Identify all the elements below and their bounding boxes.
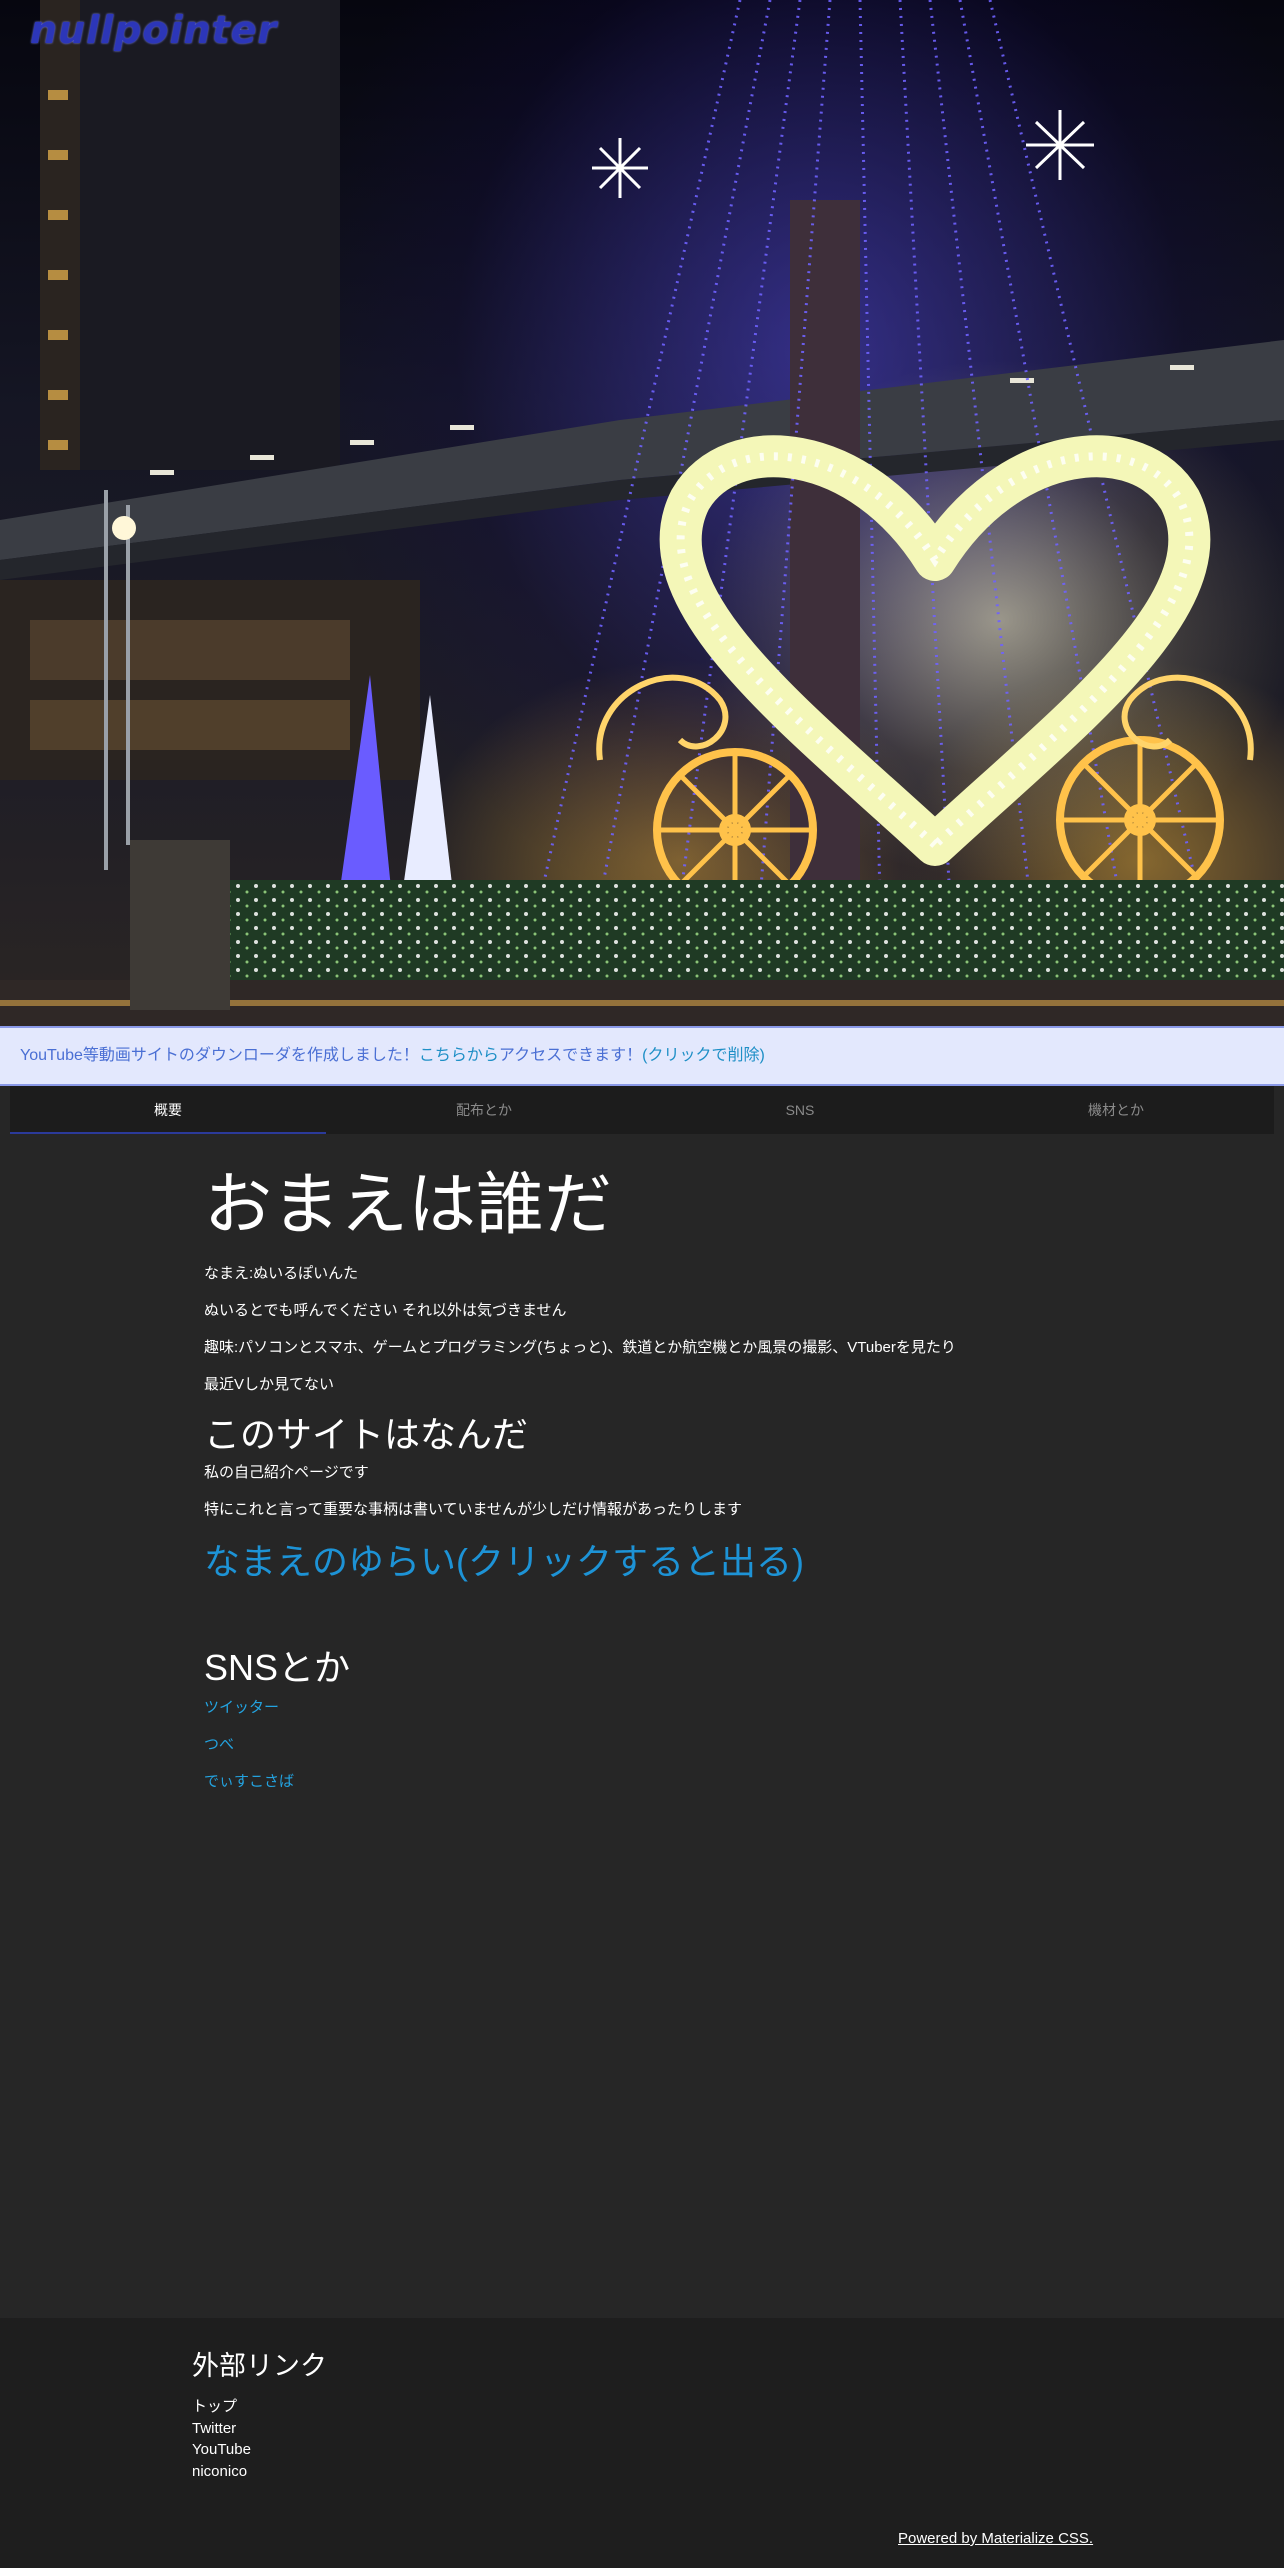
tab-bar: 概要 配布とか SNS 機材とか [10, 1086, 1274, 1134]
about-recent-line: 最近Vしか見てない [204, 1376, 335, 1393]
hero-illumination-scene [0, 0, 1284, 1026]
footer-link-top[interactable]: トップ [192, 2396, 251, 2418]
tab-distribution[interactable]: 配布とか [326, 1086, 642, 1134]
footer-link-list: トップ Twitter YouTube niconico [192, 2396, 251, 2482]
about-heading: おまえは誰だ [204, 1167, 613, 1243]
about-hobby-line: 趣味:パソコンとスマホ、ゲームとプログラミング(ちょっと)、鉄道とか航空機とか風… [204, 1339, 956, 1356]
hero-image: nullpointer [0, 0, 1284, 1026]
announcement-banner: YouTube等動画サイトのダウンローダを作成しました！こちらからアクセスできま… [0, 1026, 1284, 1086]
footer-heading: 外部リンク [192, 2351, 327, 2381]
about-nickname-line: ぬいるとでも呼んでください それ以外は気づきません [204, 1302, 567, 1319]
sns-heading: SNSとか [204, 1647, 351, 1688]
sns-link-twitter[interactable]: ツイッター [204, 1696, 1080, 1720]
about-name-line: なまえ:ぬいるぽいんた [204, 1265, 359, 1282]
footer-link-youtube[interactable]: YouTube [192, 2439, 251, 2461]
tab-equipment[interactable]: 機材とか [958, 1086, 1274, 1134]
site-description-line: 私の自己紹介ページです [204, 1464, 369, 1481]
footer-link-twitter[interactable]: Twitter [192, 2418, 251, 2440]
site-heading: このサイトはなんだ [204, 1414, 529, 1455]
tab-sns[interactable]: SNS [642, 1086, 958, 1134]
banner-dismiss-link[interactable]: (クリックで削除) [642, 1047, 765, 1064]
banner-text-after: アクセスできます！ [498, 1047, 643, 1064]
name-origin-link[interactable]: なまえのゆらい(クリックすると出る) [204, 1538, 1080, 1586]
tab-overview[interactable]: 概要 [10, 1086, 326, 1134]
banner-text: YouTube等動画サイトのダウンローダを作成しました！ [20, 1047, 419, 1064]
main-content: おまえは誰だ なまえ:ぬいるぽいんた ぬいるとでも呼んでください それ以外は気づ… [204, 1160, 1080, 1794]
banner-link[interactable]: こちらから [419, 1047, 499, 1064]
sns-link-youtube[interactable]: つべ [204, 1733, 1080, 1757]
site-logo[interactable]: nullpointer [30, 8, 277, 52]
footer: 外部リンク トップ Twitter YouTube niconico Power… [0, 2318, 1284, 2568]
sns-link-discord[interactable]: でぃすこさば [204, 1770, 1080, 1794]
powered-by-link[interactable]: Powered by Materialize CSS. [898, 2530, 1093, 2547]
site-info-line: 特にこれと言って重要な事柄は書いていませんが少しだけ情報があったりします [204, 1501, 743, 1518]
footer-link-niconico[interactable]: niconico [192, 2461, 251, 2483]
